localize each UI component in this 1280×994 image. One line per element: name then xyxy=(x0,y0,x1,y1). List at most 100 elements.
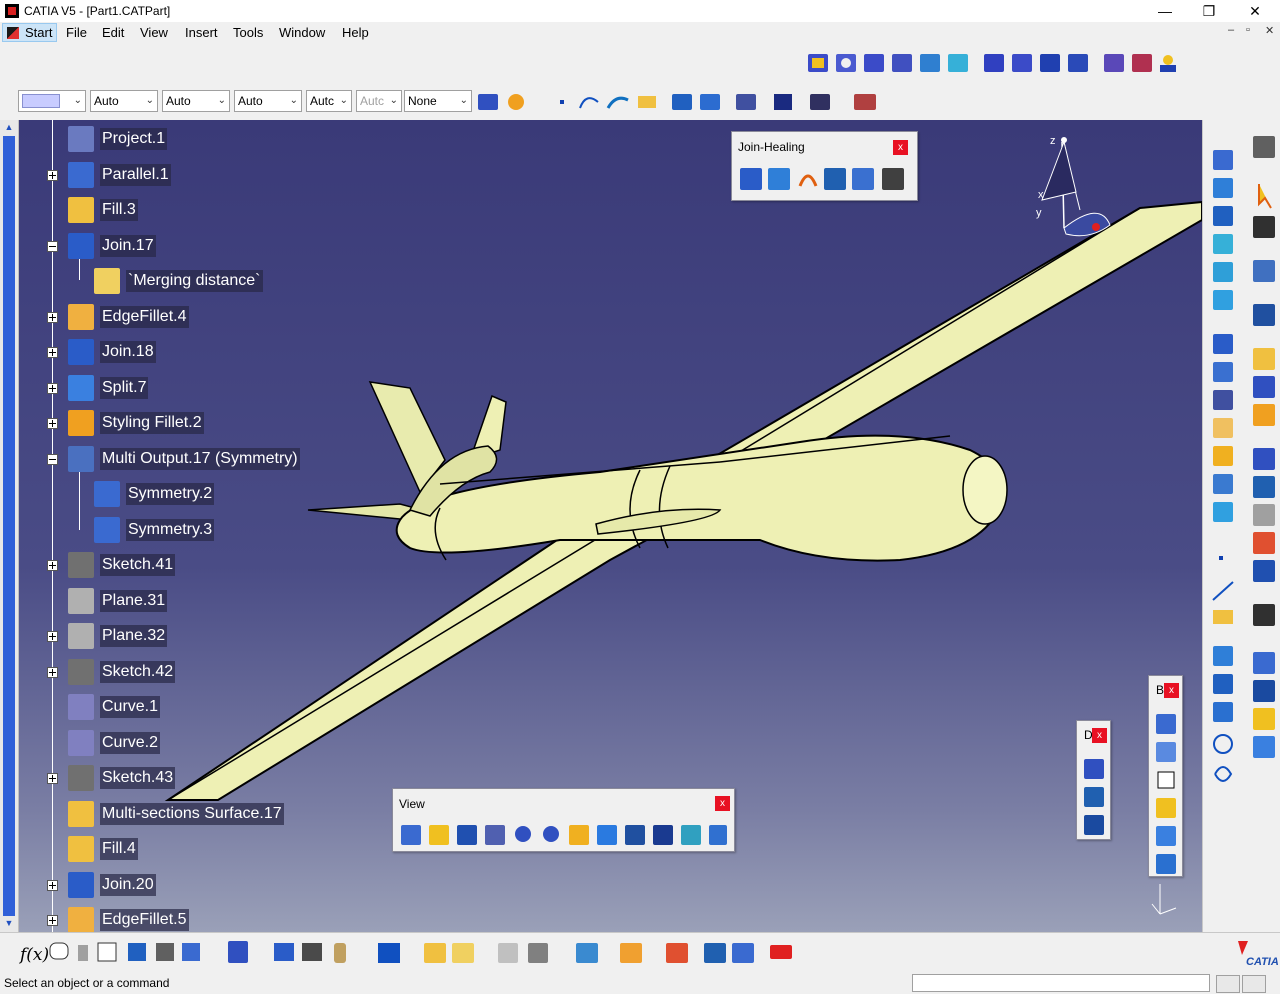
clipboard-icon[interactable] xyxy=(528,943,548,963)
plot-icon[interactable] xyxy=(1253,304,1275,326)
parameters-icon[interactable] xyxy=(182,943,200,961)
face-face-fillet-icon[interactable] xyxy=(1156,826,1176,846)
power-copy-icon[interactable] xyxy=(452,943,474,963)
snap-icon[interactable] xyxy=(1253,216,1275,238)
combine-icon[interactable] xyxy=(1213,674,1233,694)
tree-node[interactable]: EdgeFillet.4 xyxy=(40,303,189,330)
structure-icon[interactable] xyxy=(732,943,754,963)
sketch-edit-icon[interactable] xyxy=(1253,260,1275,282)
chamfer-tool-icon[interactable] xyxy=(1213,446,1233,466)
extract-face-icon[interactable] xyxy=(1156,742,1176,762)
tree-node[interactable]: Parallel.1 xyxy=(40,161,171,188)
tree-node[interactable]: Sketch.41 xyxy=(40,552,176,578)
hide-show-icon[interactable] xyxy=(681,825,701,845)
sweep-icon[interactable] xyxy=(920,54,940,72)
copy-icon[interactable] xyxy=(498,943,518,963)
apply-material-icon[interactable] xyxy=(508,94,524,110)
reflect-line-icon[interactable] xyxy=(1213,702,1233,722)
close-button[interactable]: ✕ xyxy=(1232,0,1278,22)
update-icon[interactable] xyxy=(228,941,248,963)
point-tool-icon[interactable] xyxy=(1219,556,1223,560)
blend-tool-icon[interactable] xyxy=(1213,234,1233,254)
curve-smooth-icon[interactable] xyxy=(798,174,818,187)
compass-tool-icon[interactable] xyxy=(810,94,830,110)
knowledge-icon[interactable] xyxy=(854,94,876,110)
tree-node[interactable]: Join.18 xyxy=(40,339,156,365)
transform-icon[interactable] xyxy=(1104,54,1124,72)
axis-system-icon[interactable] xyxy=(672,94,692,110)
comment-icon[interactable] xyxy=(49,942,69,960)
maximize-button[interactable]: ❐ xyxy=(1186,0,1232,22)
tree-node[interactable]: Multi Output.17 (Symmetry) xyxy=(40,445,300,472)
tree-node[interactable]: Plane.31 xyxy=(40,587,168,614)
point-icon[interactable] xyxy=(560,100,564,104)
offset-tool-icon[interactable] xyxy=(1253,680,1275,702)
plane-tool-icon[interactable] xyxy=(1213,610,1233,624)
fly-mode-icon[interactable] xyxy=(401,825,421,845)
point-symbol-combo[interactable]: Autc ⌄ xyxy=(306,90,352,112)
line-type-combo[interactable]: Auto ⌄ xyxy=(234,90,302,112)
spline-icon[interactable] xyxy=(579,97,599,109)
blend-icon[interactable] xyxy=(1012,54,1032,72)
multi-sections-icon[interactable] xyxy=(1040,54,1060,72)
join-healing-close-button[interactable]: x xyxy=(893,140,908,155)
quick-view-icon[interactable] xyxy=(625,825,645,845)
boundary-icon[interactable] xyxy=(1156,714,1176,734)
red-marker-icon[interactable] xyxy=(770,945,792,959)
tools-palette-icon[interactable] xyxy=(1253,604,1275,626)
tree-node[interactable]: Fill.4 xyxy=(40,836,138,862)
surface-icon[interactable] xyxy=(606,96,629,109)
tree-node[interactable]: `Merging distance` xyxy=(66,268,263,294)
knowledge-tool-icon[interactable] xyxy=(156,943,174,961)
symmetry-tool-icon[interactable] xyxy=(1213,474,1233,494)
shape-fillet-icon[interactable] xyxy=(1156,798,1176,818)
fillet-tool-icon[interactable] xyxy=(1213,418,1233,438)
color-combo[interactable]: ⌄ xyxy=(18,90,86,112)
mdi-restore-button[interactable]: ▫ xyxy=(1246,24,1250,36)
translate-tool-icon[interactable] xyxy=(1213,502,1233,522)
instantiate-icon[interactable] xyxy=(424,943,446,963)
loft-icon[interactable] xyxy=(984,54,1004,72)
table-icon[interactable] xyxy=(97,942,117,962)
scan-icon[interactable] xyxy=(576,943,598,963)
menu-insert[interactable]: Insert xyxy=(185,25,218,40)
dimensions-icon[interactable] xyxy=(274,943,294,961)
minimize-button[interactable]: — xyxy=(1142,0,1188,22)
offset-icon[interactable] xyxy=(892,54,912,72)
person-icon[interactable] xyxy=(1160,55,1176,72)
menu-start[interactable]: Start xyxy=(2,23,58,42)
view-mode-icon[interactable] xyxy=(653,825,673,845)
line-thickness-combo[interactable]: Auto ⌄ xyxy=(162,90,230,112)
tree-node[interactable]: Join.20 xyxy=(40,871,156,898)
surface-tool-icon[interactable] xyxy=(1253,708,1275,730)
menu-help[interactable]: Help xyxy=(342,25,369,40)
multi-result-icon[interactable] xyxy=(1068,54,1088,72)
untrim-icon[interactable] xyxy=(824,168,846,190)
revolve-icon[interactable] xyxy=(836,54,856,72)
relations-icon[interactable] xyxy=(128,943,146,961)
status-button-1[interactable] xyxy=(1216,975,1240,993)
menu-window[interactable]: Window xyxy=(279,25,325,40)
graph-icon[interactable] xyxy=(666,943,688,963)
tree-node[interactable]: Join.17 xyxy=(40,232,156,259)
corner-tool-icon[interactable] xyxy=(1213,206,1233,226)
view-toolbar-close-button[interactable]: x xyxy=(715,796,730,811)
pan-icon[interactable] xyxy=(457,825,477,845)
helix-tool-icon[interactable] xyxy=(1214,766,1233,782)
tree-node[interactable]: EdgeFillet.5 xyxy=(40,907,189,933)
tree-node[interactable]: Curve.2 xyxy=(40,729,161,756)
join-tool-icon[interactable] xyxy=(1213,334,1233,354)
flag-icon[interactable] xyxy=(1253,504,1275,526)
tree-node[interactable]: Split.7 xyxy=(40,374,149,401)
zoom-in-icon[interactable] xyxy=(515,826,531,842)
join-icon[interactable] xyxy=(740,168,762,190)
mdi-close-button[interactable]: ✕ xyxy=(1265,24,1274,37)
catalog-tool-icon[interactable] xyxy=(1253,404,1275,426)
fillet-point-icon[interactable] xyxy=(1157,771,1175,789)
power-input-field[interactable] xyxy=(912,974,1210,992)
grid-dots-icon[interactable] xyxy=(1253,376,1275,398)
spline-tool-icon[interactable] xyxy=(1213,178,1233,198)
fit-all-in-icon[interactable] xyxy=(429,825,449,845)
layer-combo[interactable]: None ⌄ xyxy=(404,90,472,112)
sketch-tool-icon[interactable] xyxy=(1213,150,1233,170)
